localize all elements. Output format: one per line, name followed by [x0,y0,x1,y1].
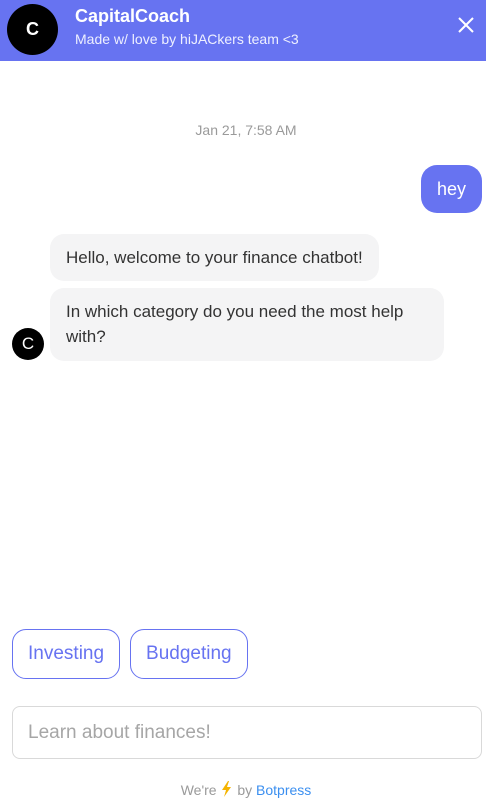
powered-by-footer: We're by Botpress [0,781,486,800]
chat-title: CapitalCoach [75,6,191,26]
message-composer [12,706,482,759]
chat-subtitle: Made w/ love by hiJACkers team <3 [75,31,299,47]
quick-reply-budgeting[interactable]: Budgeting [130,629,248,679]
close-icon[interactable] [455,14,477,36]
user-message: hey [420,165,482,213]
bot-message: In which category do you need the most h… [50,288,444,361]
quick-replies: Investing Budgeting [12,629,248,679]
chat-header: C CapitalCoach Made w/ love by hiJACkers… [0,0,486,61]
message-timestamp: Jan 21, 7:58 AM [195,122,297,138]
bot-avatar-header: C [7,4,58,55]
lightning-icon [222,781,232,800]
bot-avatar: C [12,328,44,360]
botpress-link[interactable]: Botpress [256,782,311,798]
bot-message: Hello, welcome to your finance chatbot! [50,234,379,281]
message-input[interactable] [13,707,481,758]
footer-prefix: We're [180,782,217,798]
quick-reply-investing[interactable]: Investing [12,629,121,679]
footer-by: by [237,782,253,798]
